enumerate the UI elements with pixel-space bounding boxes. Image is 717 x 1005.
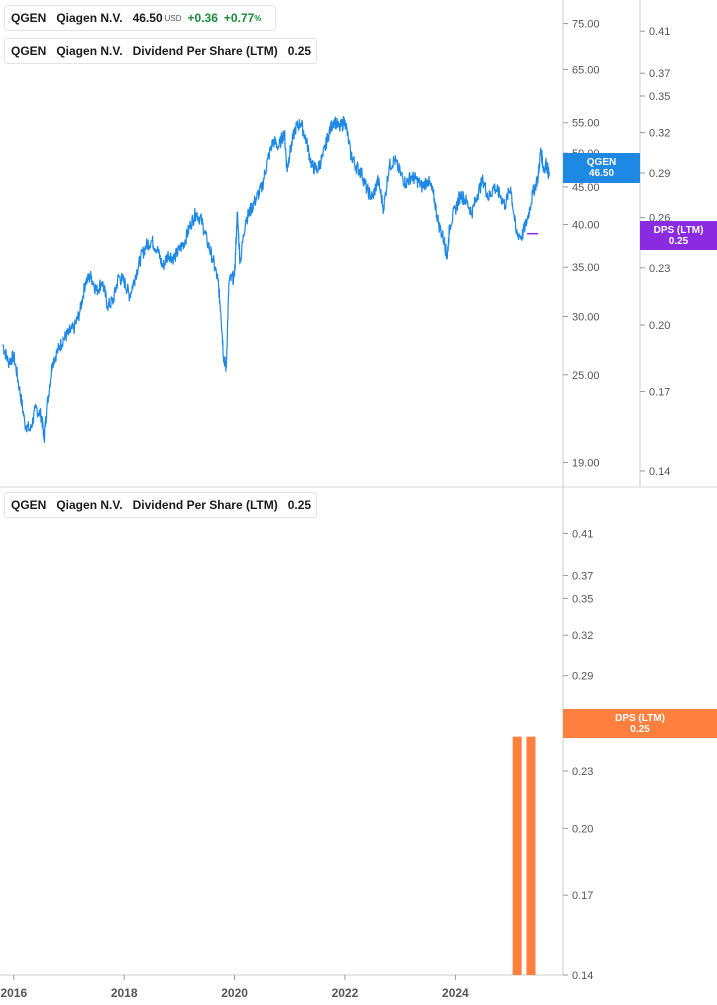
dps-axis-bottom-tick-label: 0.32 [572,630,593,642]
price-axis-tick-label: 55.00 [572,118,600,130]
legend-dps-bottom-ticker: QGEN [11,498,47,512]
dps-tag-top: DPS (LTM) 0.25 [640,221,717,250]
dps-axis-top-tick-label: 0.41 [649,26,670,38]
x-axis-tick-label: 2016 [0,986,27,1000]
dps-axis-bottom-tick-label: 0.14 [572,970,593,982]
price-line [2,116,550,443]
dps-axis-bottom-tick-label: 0.35 [572,593,593,605]
x-axis-tick-label: 2022 [332,986,359,1000]
dps-axis-bottom-tick-label: 0.23 [572,766,593,778]
dps-bar-2 [526,736,536,975]
dps-axis-bottom-tick-label: 0.37 [572,571,593,583]
x-axis-tick-label: 2024 [442,986,469,1000]
legend-price-value: 46.50 [132,11,163,25]
dps-bar-1 [512,736,522,975]
dps-axis-top-tick-label: 0.32 [649,128,670,140]
dps-axis-bottom-tick-label: 0.41 [572,528,593,540]
dps-tag-bottom-value: 0.25 [630,723,650,735]
price-axis-tick-label: 35.00 [572,262,600,274]
price-axis-tick-label: 65.00 [572,64,600,76]
dps-axis-top-tick-label: 0.20 [649,320,670,332]
dps-axis-bottom-tick-label: 0.29 [572,671,593,683]
price-tag-ticker: QGEN [586,157,617,168]
dps-axis-top-tick-label: 0.17 [649,387,670,399]
legend-dps-top-ticker: QGEN [11,44,47,58]
dps-axis-top-tick-label: 0.35 [649,91,670,103]
legend-price-ticker: QGEN [11,11,47,25]
price-axis-tick-label: 30.00 [572,311,600,323]
legend-price-name: Qiagen N.V. [56,11,123,25]
legend-price-change-pct: +0.77 [223,11,255,25]
dps-tag-bottom-label: DPS (LTM) [615,712,665,724]
dps-tag-top-value: 0.25 [668,235,689,247]
legend-dps-top-name: Qiagen N.V. [56,44,123,58]
legend-dps-bottom: QGEN Qiagen N.V. Dividend Per Share (LTM… [4,492,317,518]
dps-tag-top-label: DPS (LTM) [653,224,704,236]
dps-axis-top-tick-label: 0.23 [649,263,670,275]
price-axis-tick-label: 25.00 [572,370,600,382]
dps-axis-bottom-tick-label: 0.20 [572,823,593,835]
dps-axis-top-tick-label: 0.29 [649,168,670,180]
legend-dps-top-metric: Dividend Per Share (LTM) [132,44,278,58]
legend-price-currency: USD [164,13,182,23]
x-axis-tick-label: 2020 [221,986,248,1000]
legend-price-change: +0.36 [187,11,218,25]
price-axis-tick-label: 45.00 [572,182,600,194]
dps-tag-bottom: DPS (LTM) 0.25 [563,709,717,738]
dps-axis-top-tick-label: 0.37 [649,68,670,80]
price-axis-tick-label: 75.00 [572,19,600,31]
legend-dps-bottom-metric: Dividend Per Share (LTM) [132,498,278,512]
legend-price-pct-sign: % [254,13,262,23]
price-axis-tick-label: 40.00 [572,220,600,232]
dps-axis-bottom-tick-label: 0.17 [572,890,593,902]
legend-price: QGEN Qiagen N.V. 46.50 USD +0.36 +0.77% [4,5,276,31]
price-tag-value: 46.50 [588,168,615,179]
price-axis-tick-label: 19.00 [572,457,600,469]
price-tag: QGEN 46.50 [563,153,640,183]
legend-dps-bottom-value: 0.25 [287,498,312,512]
legend-dps-top-value: 0.25 [287,44,312,58]
x-axis-tick-label: 2018 [111,986,138,1000]
legend-dps-top: QGEN Qiagen N.V. Dividend Per Share (LTM… [4,38,317,64]
legend-dps-bottom-name: Qiagen N.V. [56,498,123,512]
dps-axis-top-tick-label: 0.14 [649,466,670,478]
